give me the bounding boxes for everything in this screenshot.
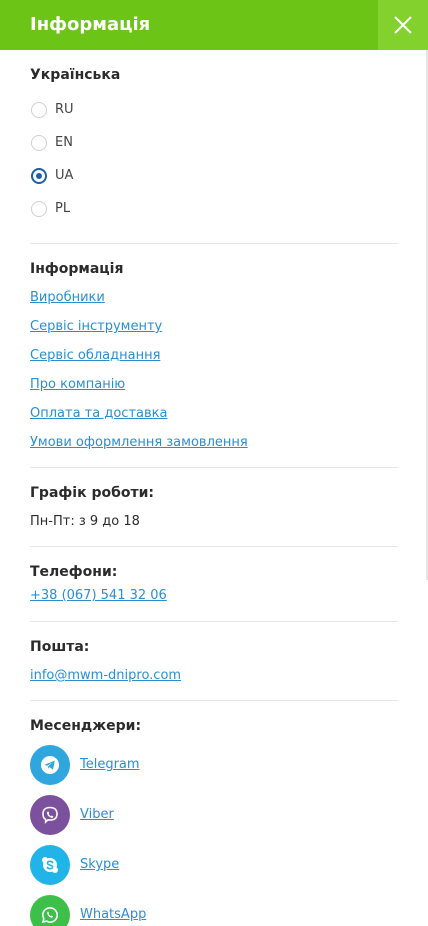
viber-icon (30, 795, 70, 835)
close-icon (394, 16, 412, 34)
link-order-terms[interactable]: Умови оформлення замовлення (30, 434, 248, 452)
whatsapp-icon (30, 895, 70, 926)
language-option-pl[interactable]: PL (30, 199, 70, 219)
language-option-ua[interactable]: UA (30, 166, 73, 186)
language-option-en[interactable]: EN (30, 133, 73, 153)
messenger-telegram[interactable]: Telegram (30, 745, 140, 785)
link-payment-delivery[interactable]: Оплата та доставка (30, 405, 167, 423)
messenger-label: WhatsApp (80, 907, 147, 922)
divider (30, 467, 398, 468)
link-tool-service[interactable]: Сервіс інструменту (30, 318, 162, 336)
header-bar: Інформація (0, 0, 428, 50)
messenger-label: Viber (80, 807, 114, 822)
skype-icon (30, 845, 70, 885)
phone-link[interactable]: +38 (067) 541 32 06 (30, 587, 167, 605)
messenger-skype[interactable]: Skype (30, 845, 119, 885)
messenger-label: Telegram (80, 757, 140, 772)
telegram-icon (30, 745, 70, 785)
link-manufacturers[interactable]: Виробники (30, 289, 105, 307)
language-section-title: Українська (30, 67, 121, 83)
link-equipment-service[interactable]: Сервіс обладнання (30, 347, 160, 365)
messenger-viber[interactable]: Viber (30, 795, 114, 835)
schedule-value: Пн-Пт: з 9 до 18 (30, 514, 140, 529)
messenger-whatsapp[interactable]: WhatsApp (30, 895, 146, 926)
schedule-title: Графік роботи: (30, 485, 155, 501)
radio-button-selected[interactable] (31, 168, 47, 184)
divider (30, 243, 398, 244)
messengers-title: Месенджери: (30, 718, 142, 734)
language-option-ru[interactable]: RU (30, 100, 74, 120)
email-link[interactable]: info@mwm-dnipro.com (30, 667, 181, 685)
radio-button[interactable] (31, 201, 47, 217)
link-about-company[interactable]: Про компанію (30, 376, 125, 394)
page-title: Інформація (30, 14, 151, 35)
language-option-label: EN (55, 135, 73, 150)
info-section-title: Інформація (30, 261, 124, 277)
language-option-label: UA (55, 168, 74, 183)
divider (30, 700, 398, 701)
close-button[interactable] (378, 0, 428, 50)
phones-title: Телефони: (30, 564, 118, 580)
radio-button[interactable] (31, 135, 47, 151)
messenger-label: Skype (80, 857, 120, 872)
divider (30, 546, 398, 547)
mail-title: Пошта: (30, 639, 90, 655)
divider (30, 621, 398, 622)
language-option-label: RU (55, 102, 74, 117)
language-option-label: PL (55, 201, 71, 216)
radio-button[interactable] (31, 102, 47, 118)
